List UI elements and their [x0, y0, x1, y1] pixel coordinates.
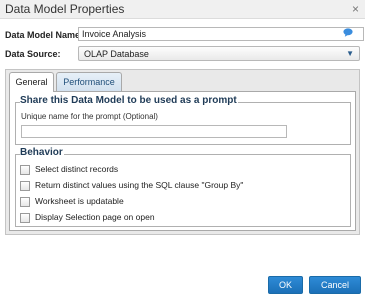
group-by-checkbox[interactable] [20, 181, 30, 191]
chat-bubble-icon[interactable] [343, 28, 353, 37]
display-selection-option[interactable]: Display Selection page on open [20, 212, 220, 224]
prompt-group: Share this Data Model to be used as a pr… [15, 95, 351, 145]
group-by-option[interactable]: Return distinct values using the SQL cla… [20, 180, 300, 192]
chevron-down-icon: ▼ [346, 49, 354, 58]
prompt-name-input[interactable] [21, 125, 287, 138]
cancel-button[interactable]: Cancel [309, 276, 361, 294]
tab-performance[interactable]: Performance [56, 72, 122, 91]
prompt-group-legend: Share this Data Model to be used as a pr… [20, 95, 238, 106]
select-distinct-option[interactable]: Select distinct records [20, 164, 220, 176]
worksheet-updatable-checkbox[interactable] [20, 197, 30, 207]
display-selection-label: Display Selection page on open [35, 212, 155, 222]
tab-general[interactable]: General [9, 72, 54, 92]
dialog-titlebar: Data Model Properties × [0, 0, 365, 19]
general-tab-panel: Share this Data Model to be used as a pr… [9, 91, 356, 231]
worksheet-updatable-option[interactable]: Worksheet is updatable [20, 196, 220, 208]
prompt-name-hint: Unique name for the prompt (Optional) [21, 112, 158, 121]
data-source-label: Data Source: [5, 49, 61, 59]
dialog-title: Data Model Properties [5, 2, 125, 16]
select-distinct-label: Select distinct records [35, 164, 119, 174]
worksheet-updatable-label: Worksheet is updatable [35, 196, 124, 206]
data-source-value: OLAP Database [84, 49, 149, 59]
data-source-select[interactable]: OLAP Database ▼ [78, 46, 360, 61]
display-selection-checkbox[interactable] [20, 213, 30, 223]
ok-button[interactable]: OK [268, 276, 303, 294]
data-model-name-input[interactable] [78, 27, 364, 41]
data-model-name-label: Data Model Name: [5, 30, 84, 40]
behavior-group: Behavior Select distinct records Return … [15, 147, 351, 227]
behavior-group-legend: Behavior [20, 147, 64, 158]
select-distinct-checkbox[interactable] [20, 165, 30, 175]
group-by-label: Return distinct values using the SQL cla… [35, 180, 244, 190]
close-icon[interactable]: × [352, 2, 359, 16]
